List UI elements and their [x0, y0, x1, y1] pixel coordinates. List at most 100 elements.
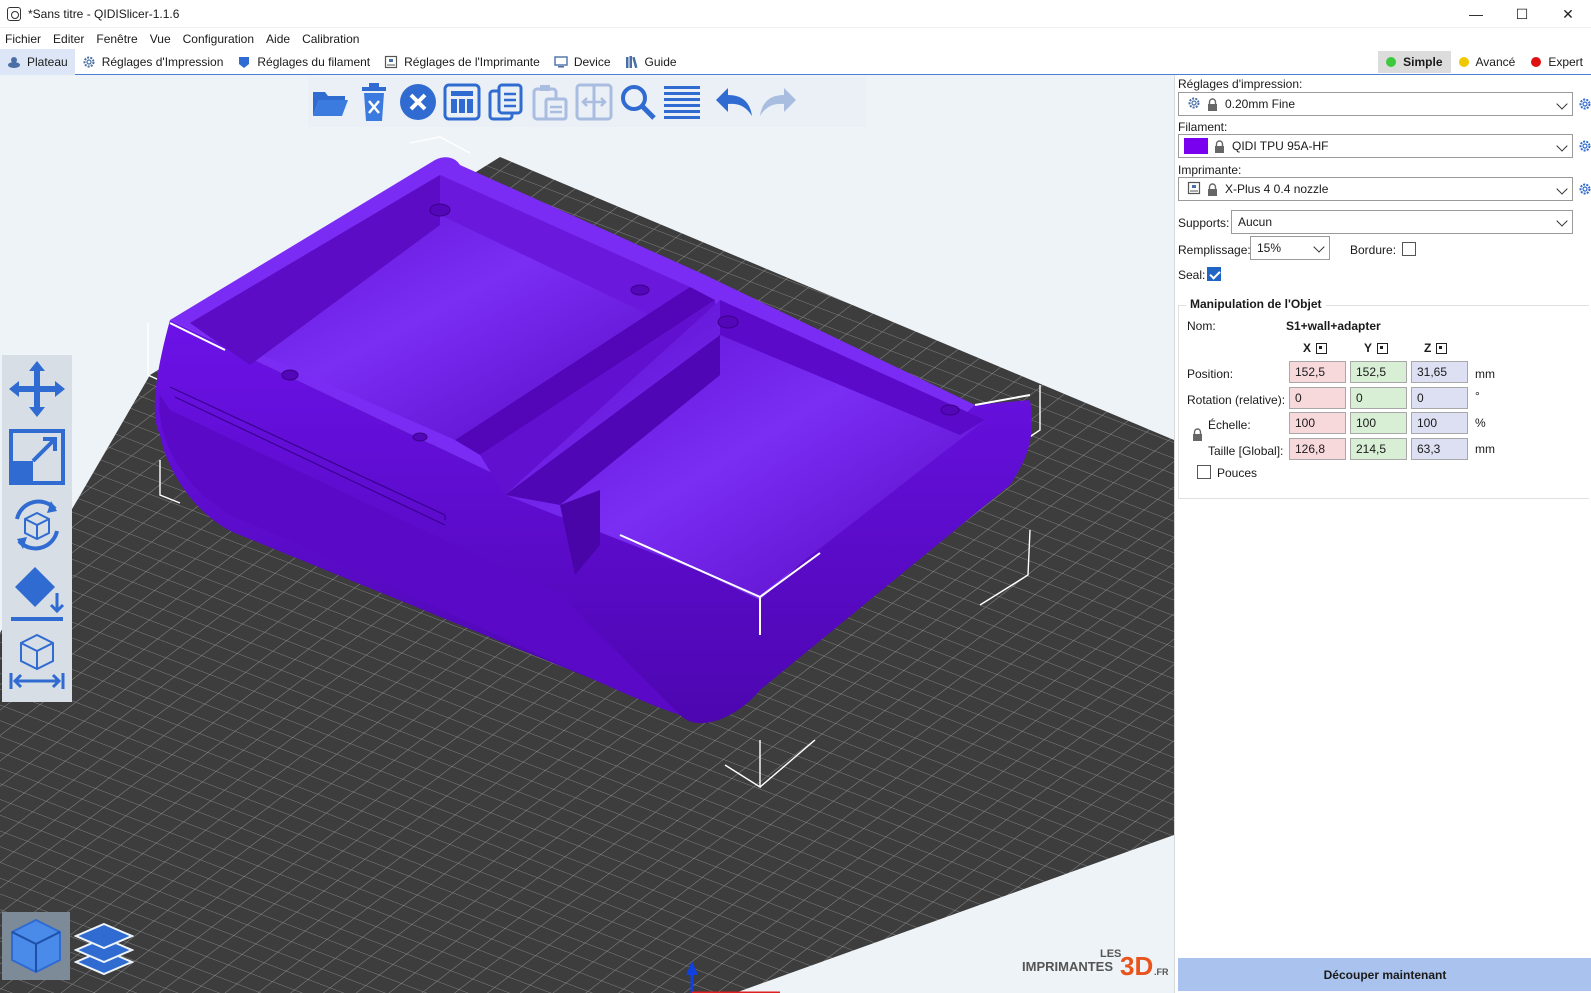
position-x-field[interactable]: 152,5	[1289, 361, 1346, 383]
arrange-icon[interactable]	[440, 80, 484, 124]
size-label: Taille [Global]:	[1208, 444, 1284, 458]
menu-calibration[interactable]: Calibration	[296, 32, 365, 46]
tab-label: Réglages d'Impression	[101, 54, 224, 69]
mode-label: Simple	[1403, 55, 1443, 69]
inches-checkbox[interactable]	[1197, 465, 1211, 479]
maximize-button[interactable]: ☐	[1499, 0, 1545, 28]
filament-value: QIDI TPU 95A-HF	[1232, 139, 1329, 153]
mode-simple[interactable]: Simple	[1378, 51, 1451, 73]
rotate-icon[interactable]	[2, 491, 72, 559]
rotation-label: Rotation (relative):	[1187, 393, 1286, 407]
axis-z-icon[interactable]	[1436, 342, 1448, 354]
tab-plateau[interactable]: Plateau	[0, 48, 75, 75]
menu-fichier[interactable]: Fichier	[0, 32, 47, 46]
watermark-fr: .FR	[1154, 967, 1169, 977]
scale-icon[interactable]	[2, 423, 72, 491]
top-toolbar	[308, 77, 866, 127]
gear-icon	[1187, 96, 1201, 113]
tab-label: Device	[573, 54, 611, 69]
preview-layers-icon[interactable]	[70, 912, 138, 980]
close-button[interactable]: ✕	[1545, 0, 1591, 28]
axis-x-header: X	[1303, 341, 1328, 355]
redo-icon[interactable]	[756, 80, 800, 124]
filament-spool-icon	[237, 55, 251, 69]
mode-switch: Simple Avancé Expert	[1378, 49, 1591, 75]
rotation-x-field[interactable]: 0	[1289, 387, 1346, 409]
move-icon[interactable]	[2, 355, 72, 423]
paste-icon[interactable]	[528, 80, 572, 124]
view-toggle	[2, 912, 138, 980]
chevron-down-icon	[1556, 215, 1568, 227]
books-icon	[625, 55, 639, 69]
seal-checkbox[interactable]	[1207, 267, 1221, 281]
undo-icon[interactable]	[712, 80, 756, 124]
printer-gear-icon[interactable]	[1578, 182, 1591, 196]
open-folder-icon[interactable]	[308, 80, 352, 124]
axis-x-icon[interactable]	[1316, 342, 1328, 354]
printer-select[interactable]: X-Plus 4 0.4 nozzle	[1178, 177, 1573, 201]
tab-device[interactable]: Device	[547, 49, 618, 75]
lock-icon	[1207, 182, 1218, 196]
position-z-field[interactable]: 31,65	[1411, 361, 1468, 383]
tab-filament-settings[interactable]: Réglages du filament	[230, 49, 377, 75]
menu-configuration[interactable]: Configuration	[177, 32, 260, 46]
inches-label: Pouces	[1217, 466, 1258, 480]
lock-icon	[1207, 97, 1218, 111]
3d-viewport[interactable]: LES IMPRIMANTES 3D .FR	[0, 75, 1174, 993]
rotation-z-field[interactable]: 0	[1411, 387, 1468, 409]
filament-color-swatch	[1184, 138, 1208, 154]
tab-printer-settings[interactable]: Réglages de l'Imprimante	[377, 49, 547, 75]
print-settings-gear-icon[interactable]	[1578, 97, 1591, 111]
menu-aide[interactable]: Aide	[260, 32, 296, 46]
window-title: *Sans titre - QIDISlicer-1.1.6	[28, 6, 180, 21]
mode-label: Avancé	[1475, 55, 1516, 69]
supports-select[interactable]: Aucun	[1231, 210, 1573, 234]
infill-select[interactable]: 15%	[1250, 236, 1330, 260]
size-x-field[interactable]: 126,8	[1289, 438, 1346, 460]
supports-label: Supports:	[1178, 216, 1230, 230]
size-z-field[interactable]: 63,3	[1411, 438, 1468, 460]
place-on-face-icon[interactable]	[2, 559, 72, 627]
watermark-3d: 3D	[1120, 951, 1153, 979]
scale-x-field[interactable]: 100	[1289, 412, 1346, 434]
filament-gear-icon[interactable]	[1578, 139, 1591, 153]
tab-bar: Plateau Réglages d'Impression Réglages d…	[0, 48, 1591, 75]
filament-select[interactable]: QIDI TPU 95A-HF	[1178, 134, 1573, 158]
device-icon	[554, 55, 568, 69]
rotation-unit: °	[1475, 389, 1480, 403]
tab-print-settings[interactable]: Réglages d'Impression	[75, 49, 231, 75]
object-name-label: Nom:	[1187, 319, 1216, 333]
search-icon[interactable]	[616, 80, 660, 124]
printer-icon	[1187, 181, 1201, 198]
scale-lock-icon[interactable]	[1192, 428, 1203, 444]
brim-checkbox[interactable]	[1402, 242, 1416, 256]
slice-now-button[interactable]: Découper maintenant	[1178, 958, 1591, 991]
scale-y-field[interactable]: 100	[1350, 412, 1407, 434]
minimize-button[interactable]: —	[1453, 0, 1499, 28]
layers-list-icon[interactable]	[660, 80, 704, 124]
infill-label: Remplissage:	[1178, 243, 1251, 257]
menu-fenetre[interactable]: Fenêtre	[90, 32, 143, 46]
scale-z-field[interactable]: 100	[1411, 412, 1468, 434]
menu-vue[interactable]: Vue	[144, 32, 177, 46]
copy-icon[interactable]	[484, 80, 528, 124]
mode-avance[interactable]: Avancé	[1451, 51, 1524, 73]
size-y-field[interactable]: 214,5	[1350, 438, 1407, 460]
delete-all-icon[interactable]	[396, 80, 440, 124]
split-icon[interactable]	[572, 80, 616, 124]
axis-y-icon[interactable]	[1377, 342, 1389, 354]
delete-icon[interactable]	[352, 80, 396, 124]
position-y-field[interactable]: 152,5	[1350, 361, 1407, 383]
tab-guide[interactable]: Guide	[618, 49, 684, 75]
measure-icon[interactable]	[2, 627, 72, 695]
tab-label: Plateau	[27, 54, 68, 69]
plate-icon	[7, 55, 21, 69]
rotation-y-field[interactable]: 0	[1350, 387, 1407, 409]
menu-editer[interactable]: Editer	[47, 32, 90, 46]
print-settings-select[interactable]: 0.20mm Fine	[1178, 92, 1573, 116]
mode-expert[interactable]: Expert	[1523, 51, 1591, 73]
object-manipulation-title: Manipulation de l'Objet	[1186, 297, 1326, 311]
3d-view-icon[interactable]	[2, 912, 70, 980]
scene-canvas[interactable]	[0, 75, 1174, 993]
axis-label: Z	[1424, 341, 1432, 355]
